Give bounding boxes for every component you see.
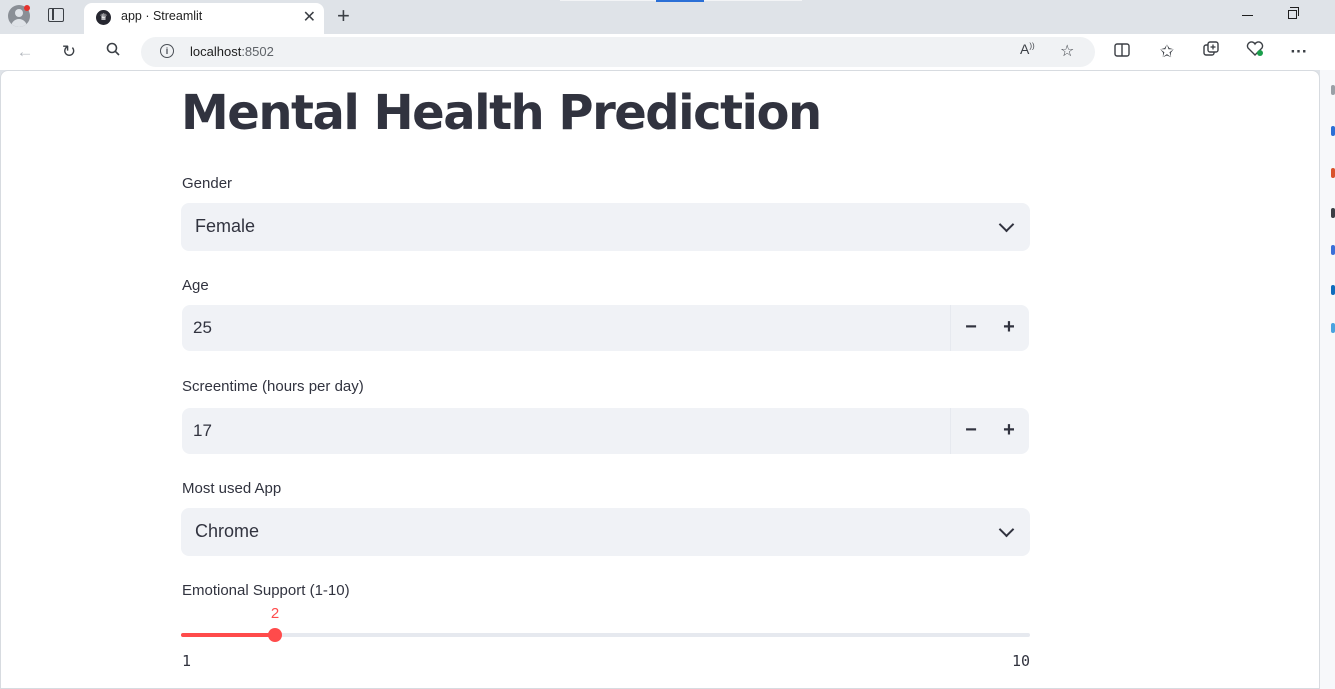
page-viewport: Mental Health Prediction Gender Female A…: [0, 70, 1320, 689]
age-input-value[interactable]: 25: [193, 318, 212, 338]
browser-toolbar: ← ↻ i localhost:8502 A)) ☆ ✩ ···: [0, 34, 1335, 70]
slider-min-label: 1: [182, 652, 192, 670]
tab-strip-highlight: [560, 0, 656, 1]
refresh-icon[interactable]: ↻: [58, 41, 80, 63]
favorite-star-icon[interactable]: ☆: [1060, 41, 1074, 61]
most-used-app-select[interactable]: Chrome: [181, 508, 1030, 556]
screentime-input-value[interactable]: 17: [193, 421, 212, 441]
stepper-divider: [950, 305, 951, 351]
sidebar-search-icon[interactable]: [1331, 85, 1335, 95]
restore-window-icon[interactable]: [1288, 7, 1299, 19]
gender-label: Gender: [182, 175, 233, 192]
url-port: :8502: [241, 44, 274, 59]
address-bar[interactable]: i localhost:8502 A)) ☆: [141, 37, 1095, 67]
gender-select-value: Female: [195, 216, 256, 236]
read-aloud-icon[interactable]: A)): [1020, 41, 1035, 57]
collections-icon[interactable]: [1200, 41, 1222, 63]
minimize-window-icon[interactable]: [1242, 15, 1253, 16]
more-options-icon[interactable]: ···: [1288, 41, 1310, 63]
screentime-decrement-button[interactable]: −: [952, 408, 990, 454]
tab-active[interactable]: ♛ app · Streamlit ✕: [84, 3, 324, 34]
browser-essentials-icon[interactable]: [1244, 41, 1266, 63]
favorites-icon[interactable]: ✩: [1156, 41, 1178, 63]
sidebar-games-icon[interactable]: [1331, 245, 1335, 255]
age-number-input[interactable]: 25 − +: [182, 305, 1029, 351]
tab-actions-icon[interactable]: [48, 8, 64, 22]
close-tab-icon[interactable]: ✕: [303, 7, 316, 27]
url-host: localhost: [190, 44, 242, 59]
tab-strip-accent: [656, 0, 704, 2]
slider-thumb[interactable]: [268, 628, 282, 642]
slider-max-label: 10: [1011, 652, 1030, 670]
url-text[interactable]: localhost:8502: [190, 44, 274, 59]
emotional-support-label: Emotional Support (1-10): [182, 582, 350, 599]
page-title: Mental Health Prediction: [181, 85, 822, 141]
slider-filled-track: [181, 633, 275, 637]
notification-dot-icon: [24, 5, 30, 11]
screentime-label: Screentime (hours per day): [182, 378, 364, 395]
tab-strip-highlight: [704, 0, 802, 1]
back-arrow-icon[interactable]: ←: [14, 41, 36, 63]
app-label: Most used App: [182, 480, 282, 497]
streamlit-crown-icon: ♛: [96, 10, 111, 25]
age-label: Age: [182, 277, 209, 294]
app-select-value: Chrome: [195, 521, 260, 541]
emotional-support-slider[interactable]: [181, 628, 1030, 642]
sidebar-extra-icon[interactable]: [1331, 323, 1335, 333]
age-increment-button[interactable]: +: [990, 305, 1028, 351]
slider-current-value: 2: [270, 605, 280, 622]
chevron-down-icon: [998, 216, 1015, 233]
screentime-number-input[interactable]: 17 − +: [182, 408, 1029, 454]
chevron-down-icon: [998, 521, 1015, 538]
sidebar-outlook-icon[interactable]: [1331, 285, 1335, 295]
stepper-divider: [950, 408, 951, 454]
screentime-increment-button[interactable]: +: [990, 408, 1028, 454]
age-decrement-button[interactable]: −: [952, 305, 990, 351]
new-tab-icon[interactable]: +: [337, 3, 350, 29]
site-info-icon[interactable]: i: [160, 44, 174, 58]
gender-select[interactable]: Female: [181, 203, 1030, 251]
edge-sidebar: [1320, 70, 1335, 689]
tab-title: app · Streamlit: [121, 9, 203, 23]
sidebar-shopping-icon[interactable]: [1331, 168, 1335, 178]
browser-tab-strip: ♛ app · Streamlit ✕ +: [0, 0, 1335, 34]
sidebar-tools-icon[interactable]: [1331, 208, 1335, 218]
sidebar-copilot-icon[interactable]: [1331, 126, 1335, 136]
search-icon[interactable]: [102, 41, 124, 63]
split-screen-icon[interactable]: [1111, 41, 1133, 63]
